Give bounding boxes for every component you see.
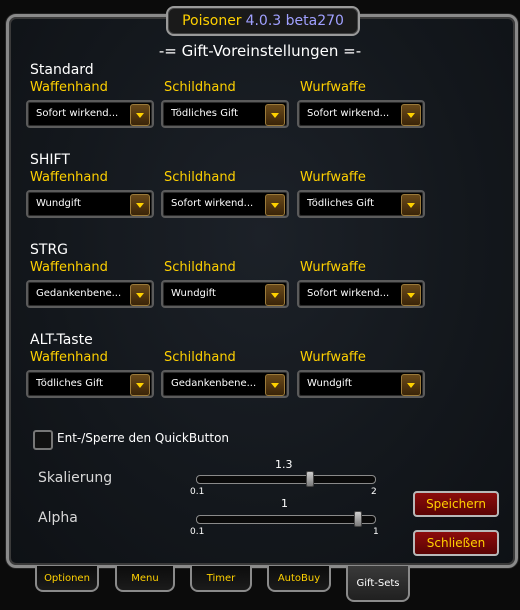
dropdown-strg-offhand[interactable]: Wundgift bbox=[161, 280, 289, 308]
col-label-offhand: Schildhand bbox=[164, 260, 236, 275]
dropdown-value: Gedankenbene... bbox=[171, 378, 257, 389]
col-label-thrown: Wurfwaffe bbox=[300, 260, 366, 275]
dropdown-value: Sofort wirkend... bbox=[307, 288, 390, 299]
tab-timer[interactable]: Timer bbox=[190, 566, 252, 592]
dropdown-arrow-icon[interactable] bbox=[130, 374, 150, 396]
dropdown-value: Gedankenbene... bbox=[36, 288, 122, 299]
section-label-strg: STRG bbox=[30, 242, 69, 258]
tab-autobuy[interactable]: AutoBuy bbox=[267, 566, 331, 592]
dropdown-arrow-icon[interactable] bbox=[401, 194, 421, 216]
dropdown-standard-thrown[interactable]: Sofort wirkend... bbox=[297, 100, 425, 128]
dropdown-arrow-icon[interactable] bbox=[265, 284, 285, 306]
section-label-alt: ALT-Taste bbox=[30, 332, 93, 348]
scale-slider-thumb[interactable] bbox=[306, 471, 315, 487]
scale-slider-label: Skalierung bbox=[38, 470, 113, 486]
dropdown-value: Sofort wirkend... bbox=[307, 108, 390, 119]
tab-options[interactable]: Optionen bbox=[35, 566, 99, 592]
dropdown-value: Tödliches Gift bbox=[36, 378, 103, 389]
col-label-thrown: Wurfwaffe bbox=[300, 80, 366, 95]
dropdown-value: Wundgift bbox=[171, 288, 216, 299]
col-label-mainhand: Waffenhand bbox=[30, 80, 108, 95]
dropdown-arrow-icon[interactable] bbox=[265, 194, 285, 216]
col-label-mainhand: Waffenhand bbox=[30, 170, 108, 185]
dropdown-standard-mainhand[interactable]: Sofort wirkend... bbox=[26, 100, 154, 128]
dropdown-arrow-icon[interactable] bbox=[265, 104, 285, 126]
window-title: Poisoner 4.0.3 beta270 bbox=[166, 6, 360, 36]
dropdown-arrow-icon[interactable] bbox=[265, 374, 285, 396]
save-button[interactable]: Speichern bbox=[413, 491, 499, 517]
alpha-slider[interactable] bbox=[196, 511, 376, 527]
dropdown-value: Tödliches Gift bbox=[171, 108, 238, 119]
dropdown-standard-offhand[interactable]: Tödliches Gift bbox=[161, 100, 289, 128]
tab-menu[interactable]: Menu bbox=[115, 566, 175, 592]
quickbutton-label: Ent-/Sperre den QuickButton bbox=[57, 431, 230, 445]
dropdown-arrow-icon[interactable] bbox=[130, 194, 150, 216]
dropdown-arrow-icon[interactable] bbox=[401, 374, 421, 396]
dropdown-alt-mainhand[interactable]: Tödliches Gift bbox=[26, 370, 154, 398]
alpha-slider-min: 0.1 bbox=[190, 527, 205, 537]
col-label-offhand: Schildhand bbox=[164, 350, 236, 365]
col-label-offhand: Schildhand bbox=[164, 170, 236, 185]
dropdown-value: Tödliches Gift bbox=[307, 198, 374, 209]
section-label-standard: Standard bbox=[30, 62, 94, 78]
alpha-slider-value: 1 bbox=[281, 497, 288, 510]
dropdown-value: Sofort wirkend... bbox=[36, 108, 119, 119]
quickbutton-checkbox[interactable] bbox=[33, 430, 53, 450]
page-heading: -= Gift-Voreinstellungen =- bbox=[158, 42, 362, 60]
scale-slider[interactable] bbox=[196, 471, 376, 487]
dropdown-shift-thrown[interactable]: Tödliches Gift bbox=[297, 190, 425, 218]
col-label-thrown: Wurfwaffe bbox=[300, 350, 366, 365]
dropdown-arrow-icon[interactable] bbox=[130, 284, 150, 306]
scale-slider-value: 1.3 bbox=[275, 458, 293, 471]
dropdown-value: Wundgift bbox=[36, 198, 81, 209]
dropdown-value: Sofort wirkend... bbox=[171, 198, 254, 209]
close-button[interactable]: Schließen bbox=[413, 530, 499, 556]
dropdown-strg-mainhand[interactable]: Gedankenbene... bbox=[26, 280, 154, 308]
col-label-thrown: Wurfwaffe bbox=[300, 170, 366, 185]
scale-slider-max: 2 bbox=[371, 487, 377, 497]
col-label-offhand: Schildhand bbox=[164, 80, 236, 95]
addon-version: 4.0.3 beta270 bbox=[245, 13, 344, 29]
tab-gift-sets[interactable]: Gift-Sets bbox=[346, 566, 410, 602]
dropdown-alt-offhand[interactable]: Gedankenbene... bbox=[161, 370, 289, 398]
dropdown-strg-thrown[interactable]: Sofort wirkend... bbox=[297, 280, 425, 308]
alpha-slider-label: Alpha bbox=[38, 510, 78, 526]
alpha-slider-thumb[interactable] bbox=[354, 511, 363, 527]
col-label-mainhand: Waffenhand bbox=[30, 260, 108, 275]
dropdown-value: Wundgift bbox=[307, 378, 352, 389]
dropdown-arrow-icon[interactable] bbox=[401, 284, 421, 306]
dropdown-alt-thrown[interactable]: Wundgift bbox=[297, 370, 425, 398]
dropdown-arrow-icon[interactable] bbox=[130, 104, 150, 126]
col-label-mainhand: Waffenhand bbox=[30, 350, 108, 365]
alpha-slider-max: 1 bbox=[373, 527, 379, 537]
dropdown-arrow-icon[interactable] bbox=[401, 104, 421, 126]
section-label-shift: SHIFT bbox=[30, 152, 70, 168]
addon-name: Poisoner bbox=[182, 13, 242, 29]
scale-slider-min: 0.1 bbox=[190, 487, 205, 497]
dropdown-shift-mainhand[interactable]: Wundgift bbox=[26, 190, 154, 218]
dropdown-shift-offhand[interactable]: Sofort wirkend... bbox=[161, 190, 289, 218]
